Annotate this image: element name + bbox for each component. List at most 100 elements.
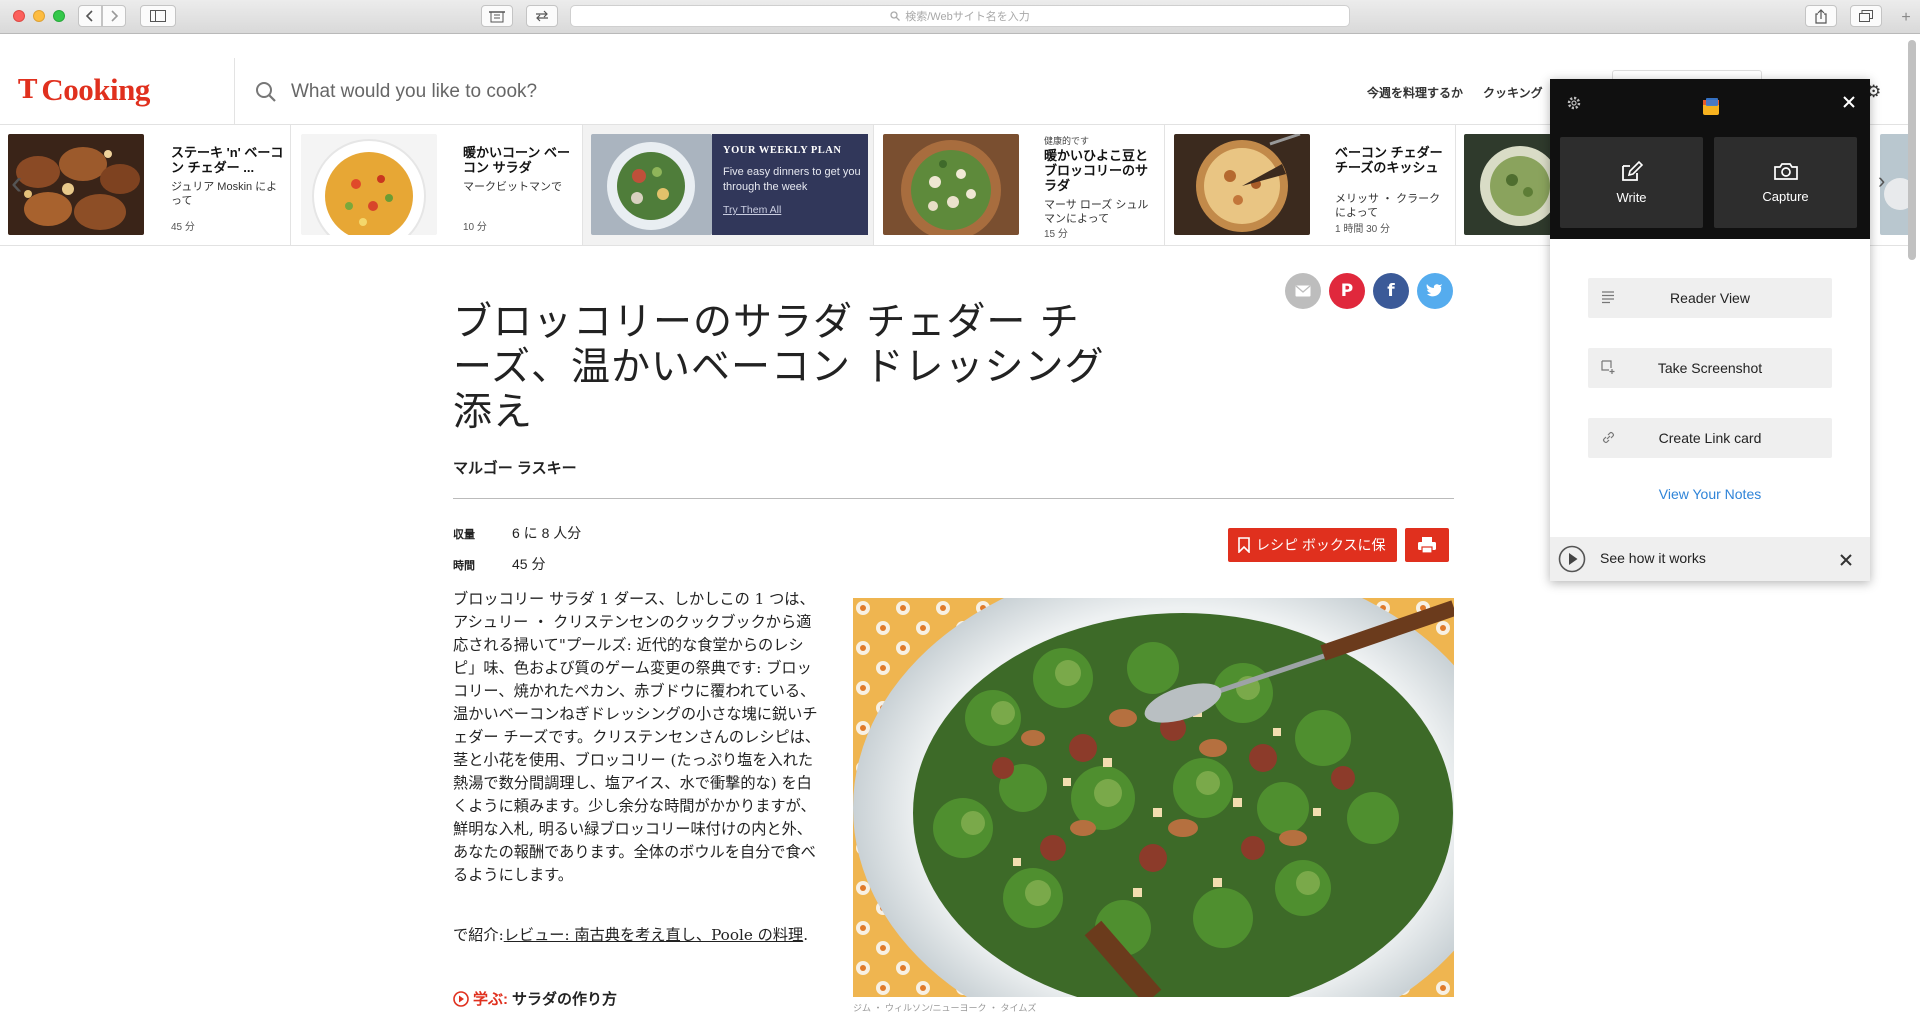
search-icon bbox=[890, 11, 901, 21]
learn-text: サラダの作り方 bbox=[512, 991, 618, 1008]
play-circle-icon bbox=[453, 990, 469, 1007]
view-your-notes-link[interactable]: View Your Notes bbox=[1550, 486, 1870, 502]
pinterest-icon: P bbox=[1340, 281, 1354, 301]
weekly-plan-promo[interactable]: YOUR WEEKLY PLAN Five easy dinners to ge… bbox=[583, 125, 874, 245]
new-tab-button[interactable]: + bbox=[1898, 8, 1914, 28]
extension-button[interactable] bbox=[526, 5, 558, 27]
yield-value: 6 に 8 人分 bbox=[512, 525, 582, 541]
card-author: メリッサ ・ クラークによって bbox=[1335, 193, 1441, 219]
notes-extension-button[interactable] bbox=[481, 5, 513, 27]
recipe-thumbnail bbox=[301, 134, 437, 235]
card-title: ベーコン チェダー チーズのキッシュ bbox=[1335, 145, 1443, 175]
forward-button[interactable] bbox=[102, 5, 126, 27]
nyt-cooking-logo[interactable]: T Cooking bbox=[18, 72, 150, 108]
dismiss-close-icon[interactable] bbox=[1840, 553, 1852, 569]
twitter-icon bbox=[1426, 283, 1443, 296]
share-icon bbox=[1815, 8, 1827, 24]
recipe-title: ブロッコリーのサラダ チェダー チーズ、温かいベーコン ドレッシング添え bbox=[453, 300, 1105, 435]
divider bbox=[453, 498, 1454, 499]
popup-header: Write Capture bbox=[1550, 79, 1870, 239]
take-screenshot-label: Take Screenshot bbox=[1657, 360, 1763, 376]
learn-label: 学ぶ: bbox=[473, 991, 508, 1008]
arrows-icon bbox=[536, 10, 548, 22]
page-scrollbar[interactable] bbox=[1908, 40, 1916, 260]
notes-clipper-popup: Write Capture Reader View Take Screensho… bbox=[1550, 79, 1870, 581]
carousel-card[interactable]: ステーキ 'n' ベーコン チェダー ... ジュリア Moskin によって … bbox=[0, 125, 291, 245]
carousel-card[interactable]: ベーコン チェダー チーズのキッシュ メリッサ ・ クラークによって 1 時間 … bbox=[1165, 125, 1456, 245]
facebook-icon: f bbox=[1387, 281, 1395, 301]
reader-view-option[interactable]: Reader View bbox=[1588, 278, 1832, 318]
social-share-buttons: P f bbox=[1285, 273, 1453, 309]
featured-article-link[interactable]: レビュー: 南古典を考え直し、Poole の料理 bbox=[504, 926, 804, 944]
card-time: 45 分 bbox=[171, 222, 195, 233]
promo-link[interactable]: Try Them All bbox=[723, 204, 781, 216]
promo-kicker: YOUR WEEKLY PLAN bbox=[723, 145, 842, 156]
pinterest-share-button[interactable]: P bbox=[1329, 273, 1365, 309]
print-button[interactable] bbox=[1405, 528, 1449, 562]
chevron-left-icon bbox=[85, 10, 93, 22]
bookmark-icon bbox=[1238, 537, 1250, 553]
card-time: 1 時間 30 分 bbox=[1335, 224, 1391, 235]
header-divider bbox=[234, 58, 235, 124]
card-title: 暖かいコーン ベーコン サラダ bbox=[463, 145, 570, 175]
search-icon bbox=[256, 82, 276, 102]
sidebar-toggle-button[interactable] bbox=[140, 5, 176, 27]
share-button[interactable] bbox=[1805, 5, 1837, 27]
email-share-button[interactable] bbox=[1285, 273, 1321, 309]
printer-icon bbox=[1418, 537, 1436, 554]
carousel-card[interactable]: 健康的です 暖かいひよこ豆とブロッコリーのサラダ マーサ ローズ シュルマンによ… bbox=[874, 125, 1165, 245]
mail-icon bbox=[1295, 285, 1311, 297]
card-author: ジュリア Moskin によって bbox=[171, 181, 278, 207]
tabs-overview-button[interactable] bbox=[1850, 5, 1882, 27]
recipe-thumbnail bbox=[883, 134, 1019, 235]
recipe-search-input[interactable] bbox=[291, 81, 791, 103]
featured-in: で紹介:レビュー: 南古典を考え直し、Poole の料理. bbox=[453, 924, 821, 947]
promo-text: Five easy dinners to get you through the… bbox=[723, 166, 861, 193]
capture-button[interactable]: Capture bbox=[1714, 137, 1857, 228]
recipe-search bbox=[255, 78, 815, 106]
capture-label: Capture bbox=[1762, 189, 1809, 204]
carousel-card[interactable]: 暖かいコーン ベーコン サラダ マークビットマンで 10 分 bbox=[291, 125, 583, 245]
take-screenshot-option[interactable]: Take Screenshot bbox=[1588, 348, 1832, 388]
play-circle-icon[interactable] bbox=[1558, 545, 1586, 576]
back-button[interactable] bbox=[78, 5, 102, 27]
recipe-thumbnail bbox=[1174, 134, 1310, 235]
nav-cooking[interactable]: クッキング bbox=[1483, 84, 1543, 101]
popup-close-icon[interactable] bbox=[1842, 95, 1856, 114]
pencil-icon bbox=[1621, 160, 1643, 181]
card-time: 15 分 bbox=[1044, 229, 1068, 240]
create-link-card-label: Create Link card bbox=[1658, 430, 1762, 446]
popup-settings-gear-icon[interactable] bbox=[1566, 95, 1582, 116]
twitter-share-button[interactable] bbox=[1417, 273, 1453, 309]
learn-link[interactable]: 学ぶ: サラダの作り方 bbox=[453, 988, 617, 1009]
zoom-window-button[interactable] bbox=[53, 10, 65, 22]
create-link-card-option[interactable]: Create Link card bbox=[1588, 418, 1832, 458]
tabs-icon bbox=[1859, 10, 1873, 22]
promo-thumbnail bbox=[591, 134, 712, 235]
featured-suffix: . bbox=[803, 926, 809, 944]
featured-prefix: で紹介: bbox=[453, 926, 504, 944]
sidebar-icon bbox=[150, 10, 166, 22]
card-kicker: 健康的です bbox=[1044, 136, 1090, 146]
browser-toolbar: 検索/Webサイト名を入力 + bbox=[0, 0, 1920, 34]
recipe-thumbnail bbox=[8, 134, 144, 235]
see-how-it-works-link[interactable]: See how it works bbox=[1600, 550, 1706, 566]
recipe-description: ブロッコリー サラダ 1 ダース、しかしこの 1 つは、アシュリー ・ クリステ… bbox=[453, 590, 821, 884]
carousel-prev-arrow[interactable]: ‹ bbox=[11, 163, 22, 203]
card-author: マークビットマンで bbox=[463, 181, 562, 193]
close-window-button[interactable] bbox=[13, 10, 25, 22]
recipe-photo bbox=[853, 598, 1454, 997]
card-title: ステーキ 'n' ベーコン チェダー ... bbox=[171, 145, 284, 175]
minimize-window-button[interactable] bbox=[33, 10, 45, 22]
facebook-share-button[interactable]: f bbox=[1373, 273, 1409, 309]
recipe-author[interactable]: マルゴー ラスキー bbox=[453, 457, 577, 478]
address-bar[interactable]: 検索/Webサイト名を入力 bbox=[570, 5, 1350, 27]
clipper-icon bbox=[489, 11, 505, 23]
camera-icon bbox=[1773, 163, 1798, 180]
write-label: Write bbox=[1616, 190, 1647, 205]
carousel-next-arrow[interactable]: › bbox=[1878, 161, 1885, 201]
notes-logo-icon bbox=[1701, 97, 1721, 122]
save-to-recipe-box-button[interactable]: レシピ ボックスに保 bbox=[1228, 528, 1397, 562]
write-button[interactable]: Write bbox=[1560, 137, 1703, 228]
nav-cook-this-week[interactable]: 今週を料理するか bbox=[1367, 84, 1463, 101]
